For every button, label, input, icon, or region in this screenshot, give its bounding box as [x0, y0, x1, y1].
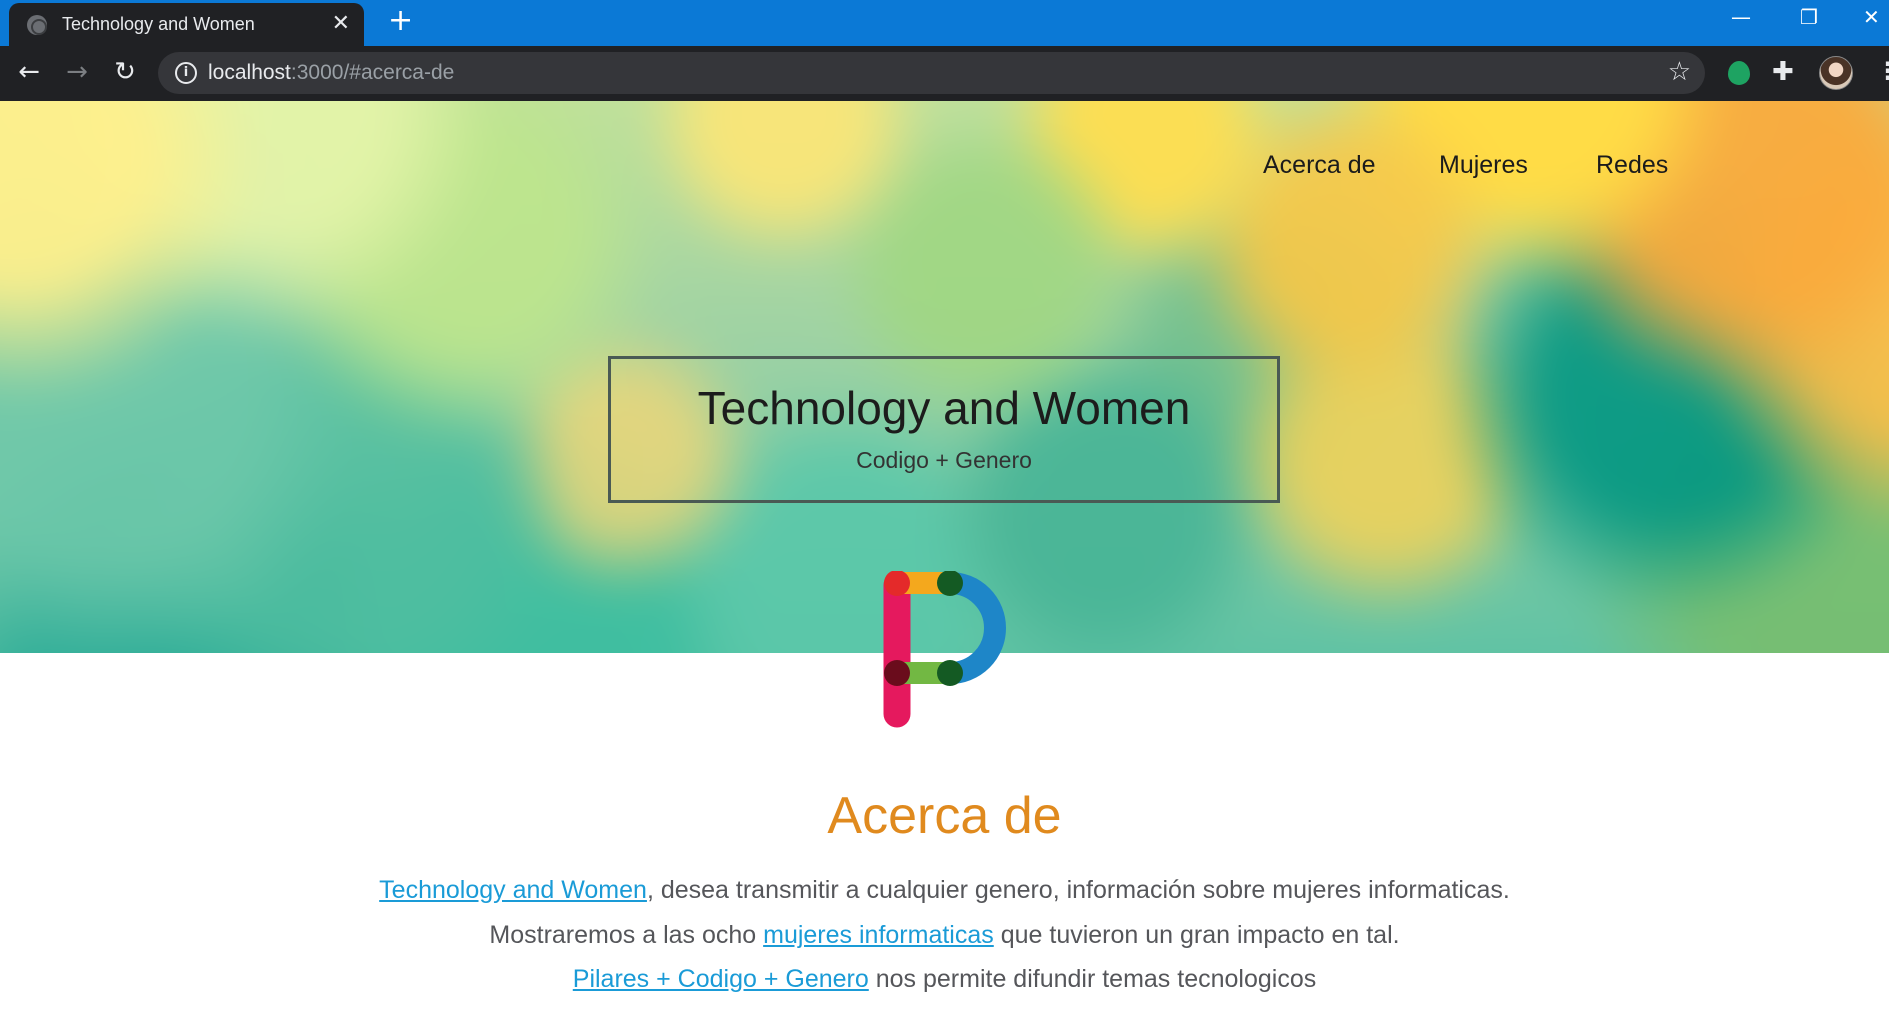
forward-icon[interactable]: → — [59, 54, 95, 90]
page-viewport: Acerca de Mujeres Redes Technology and W… — [0, 101, 1889, 1020]
logo-bowl — [914, 572, 1006, 684]
site-title: Technology and Women — [697, 382, 1191, 434]
about-line-3: Pilares + Codigo + Genero nos permite di… — [0, 965, 1889, 994]
info-icon[interactable]: i — [175, 62, 197, 84]
reload-icon[interactable]: ↻ — [107, 54, 143, 90]
about-line-1-text: , desea transmitir a cualquier genero, i… — [646, 876, 1510, 904]
browser-toolbar: ← → ↻ i localhost:3000/#acerca-de ☆ ✚ ⋮ — [0, 46, 1889, 101]
url-host: localhost — [208, 61, 291, 84]
back-icon[interactable]: ← — [11, 54, 47, 90]
hero-title-box: Technology and Women Codigo + Genero — [608, 356, 1280, 503]
link-pilares-codigo-genero[interactable]: Pilares + Codigo + Genero — [573, 965, 869, 993]
link-mujeres-informaticas[interactable]: mujeres informaticas — [763, 921, 994, 949]
profile-avatar[interactable] — [1819, 56, 1853, 90]
section-heading-acerca-de: Acerca de — [827, 787, 1062, 845]
globe-icon — [27, 15, 47, 35]
link-technology-and-women[interactable]: Technology and Women — [379, 876, 647, 904]
minimize-icon[interactable]: — — [1731, 2, 1751, 32]
new-tab-icon[interactable]: + — [388, 4, 413, 38]
green-extension-icon[interactable] — [1728, 61, 1750, 85]
extensions-puzzle-icon[interactable]: ✚ — [1772, 56, 1794, 88]
url-path: :3000/#acerca-de — [290, 61, 455, 84]
close-window-icon[interactable]: ✕ — [1863, 2, 1880, 32]
about-line-3-text: nos permite difundir temas tecnologicos — [868, 965, 1317, 993]
nav-link-redes[interactable]: Redes — [1596, 151, 1668, 180]
about-line-2: Mostraremos a las ocho mujeres informati… — [0, 921, 1889, 950]
about-line-2-prefix: Mostraremos a las ocho — [489, 921, 764, 949]
nav-link-mujeres[interactable]: Mujeres — [1439, 151, 1528, 180]
nav-link-acerca-de[interactable]: Acerca de — [1263, 151, 1376, 180]
about-line-2-suffix: que tuvieron un gran impacto en tal. — [993, 921, 1400, 949]
browser-menu-icon[interactable]: ⋮ — [1876, 53, 1889, 89]
pilares-logo — [883, 571, 1006, 728]
url-text[interactable]: localhost:3000/#acerca-de — [208, 61, 454, 85]
close-tab-icon[interactable]: ✕ — [332, 9, 350, 39]
browser-tab[interactable]: Technology and Women ✕ — [9, 3, 364, 46]
site-subtitle: Codigo + Genero — [856, 447, 1032, 473]
logo-dot-mid-left — [884, 660, 910, 686]
logo-dot-mid-right — [937, 660, 963, 686]
logo-dot-top-left — [884, 571, 910, 596]
browser-titlebar: Technology and Women ✕ + — ❐ ✕ — [0, 0, 1889, 46]
tab-title: Technology and Women — [62, 14, 255, 34]
bookmark-star-icon[interactable]: ☆ — [1668, 57, 1691, 87]
restore-icon[interactable]: ❐ — [1800, 2, 1818, 32]
logo-dot-top-right — [937, 571, 963, 596]
address-bar[interactable]: i localhost:3000/#acerca-de ☆ — [158, 52, 1705, 94]
about-line-1: Technology and Women, desea transmitir a… — [0, 876, 1889, 905]
